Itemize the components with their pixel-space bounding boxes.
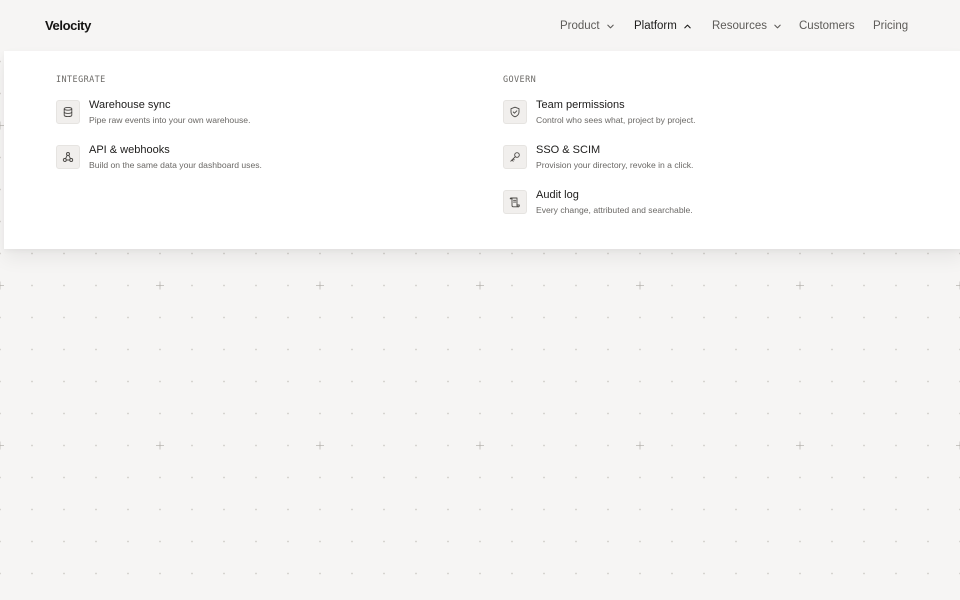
nav-item-label: Resources: [712, 20, 767, 32]
key-icon: [503, 145, 527, 169]
nav-item-product[interactable]: Product: [560, 18, 615, 34]
menu-item-warehouse-sync[interactable]: Warehouse sync Pipe raw events into your…: [56, 99, 356, 134]
nav-item-label: Customers: [799, 20, 855, 32]
menu-item-api-webhooks[interactable]: API & webhooks Build on the same data yo…: [56, 144, 356, 179]
nav-item-label: Pricing: [873, 20, 909, 32]
nav-item-pricing[interactable]: Pricing: [873, 18, 908, 34]
brand-logo[interactable]: Velocity: [45, 18, 91, 33]
nav-item-resources[interactable]: Resources: [712, 18, 782, 34]
shield-check-icon: [503, 100, 527, 124]
database-icon: [56, 100, 80, 124]
menu-item-team-permissions[interactable]: Team permissions Control who sees what, …: [503, 99, 803, 134]
menu-item-description: Pipe raw events into your own warehouse.: [89, 115, 251, 125]
scroll-icon: [503, 190, 527, 214]
menu-item-title: Warehouse sync: [89, 99, 171, 111]
menu-item-description: Provision your directory, revoke in a cl…: [536, 160, 694, 170]
platform-mega-menu: INTEGRATE Warehouse sync Pipe raw events…: [4, 51, 960, 249]
chevron-up-icon: [683, 22, 692, 31]
menu-item-title: Audit log: [536, 189, 579, 201]
menu-item-title: API & webhooks: [89, 144, 170, 156]
menu-item-description: Control who sees what, project by projec…: [536, 115, 696, 125]
menu-item-title: Team permissions: [536, 99, 625, 111]
column-heading: INTEGRATE: [56, 75, 106, 85]
nav-item-label: Product: [560, 20, 600, 32]
nav-item-label: Platform: [634, 20, 677, 32]
nav-item-customers[interactable]: Customers: [799, 18, 855, 34]
menu-item-description: Build on the same data your dashboard us…: [89, 160, 262, 170]
top-navigation-bar: Velocity Product Platform Resources Cust…: [0, 0, 960, 51]
menu-item-description: Every change, attributed and searchable.: [536, 205, 693, 215]
chevron-down-icon: [773, 22, 782, 31]
menu-item-title: SSO & SCIM: [536, 144, 601, 156]
menu-item-sso-scim[interactable]: SSO & SCIM Provision your directory, rev…: [503, 144, 803, 179]
column-heading: GOVERN: [503, 75, 537, 85]
nav-item-platform[interactable]: Platform: [634, 18, 692, 34]
webhook-icon: [56, 145, 80, 169]
menu-item-audit-log[interactable]: Audit log Every change, attributed and s…: [503, 189, 803, 224]
chevron-down-icon: [606, 22, 615, 31]
